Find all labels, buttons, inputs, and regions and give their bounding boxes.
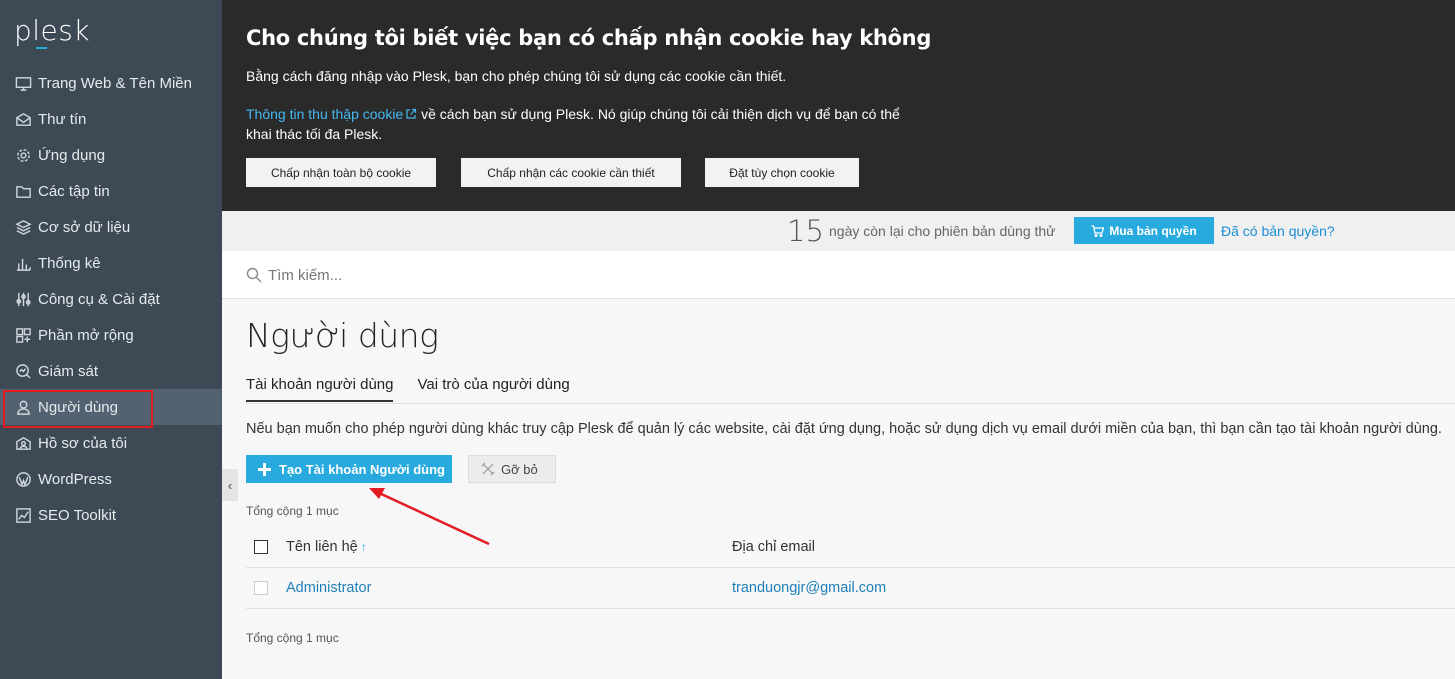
total-items-top: Tổng cộng 1 mục xyxy=(246,504,339,518)
database-icon xyxy=(14,218,32,236)
cart-icon xyxy=(1091,224,1105,237)
sidebar-item-label: Hồ sơ của tôi xyxy=(38,434,128,452)
sidebar: plesk Trang Web & Tên Miền Thư tín Ứng d… xyxy=(0,0,222,679)
remove-label: Gỡ bỏ xyxy=(501,461,538,477)
trial-text: ngày còn lại cho phiên bản dùng thử xyxy=(829,223,1056,239)
cookie-title: Cho chúng tôi biết việc bạn có chấp nhận… xyxy=(246,26,932,50)
sidebar-item-seo-toolkit[interactable]: SEO Toolkit xyxy=(0,497,222,533)
select-all-checkbox[interactable] xyxy=(254,540,268,554)
chevron-left-icon: ‹ xyxy=(227,477,233,493)
sidebar-item-websites-domains[interactable]: Trang Web & Tên Miền xyxy=(0,65,222,101)
sliders-icon xyxy=(14,290,32,308)
create-user-account-button[interactable]: Tạo Tài khoản Người dùng xyxy=(246,455,452,483)
sidebar-item-databases[interactable]: Cơ sở dữ liệu xyxy=(0,209,222,245)
sidebar-nav: Trang Web & Tên Miền Thư tín Ứng dụng Cá… xyxy=(0,65,222,533)
sidebar-item-my-profile[interactable]: Hồ sơ của tôi xyxy=(0,425,222,461)
folder-icon xyxy=(14,182,32,200)
sidebar-item-users[interactable]: Người dùng xyxy=(0,389,222,428)
extensions-icon xyxy=(14,326,32,344)
gear-icon xyxy=(14,146,32,164)
monitoring-icon xyxy=(14,362,32,380)
customize-cookies-button[interactable]: Đặt tùy chọn cookie xyxy=(705,158,859,187)
user-email-link[interactable]: tranduongjr@gmail.com xyxy=(732,580,886,596)
sidebar-item-label: Các tập tin xyxy=(38,182,110,200)
sidebar-item-label: WordPress xyxy=(38,470,112,488)
profile-icon xyxy=(14,434,32,452)
sidebar-item-label: Phần mở rộng xyxy=(38,326,134,344)
search-bar xyxy=(222,251,1455,299)
sidebar-item-label: Ứng dụng xyxy=(38,146,106,164)
sidebar-item-label: Thống kê xyxy=(38,254,101,272)
cookie-info: Thông tin thu thập cookie về cách bạn sử… xyxy=(246,104,906,144)
tabs: Tài khoản người dùng Vai trò của người d… xyxy=(246,376,570,402)
column-header-contact-name[interactable]: Tên liên hệ ↑ xyxy=(286,539,367,555)
sidebar-collapse-button[interactable]: ‹ xyxy=(222,469,238,501)
mail-icon xyxy=(14,110,32,128)
cookie-info-link[interactable]: Thông tin thu thập cookie xyxy=(246,106,417,122)
accept-all-cookies-button[interactable]: Chấp nhận toàn bộ cookie xyxy=(246,158,436,187)
sidebar-item-statistics[interactable]: Thống kê xyxy=(0,245,222,281)
sidebar-item-extensions[interactable]: Phần mở rộng xyxy=(0,317,222,353)
search-input[interactable] xyxy=(268,263,868,287)
user-name-link[interactable]: Administrator xyxy=(286,580,371,596)
remove-icon xyxy=(481,462,495,476)
annotation-arrow xyxy=(369,488,490,546)
sidebar-item-label: Trang Web & Tên Miền xyxy=(38,74,192,92)
total-items-bottom: Tổng cộng 1 mục xyxy=(246,631,339,645)
page-description: Nếu bạn muốn cho phép người dùng khác tr… xyxy=(246,421,1442,437)
tabs-divider xyxy=(246,403,1455,404)
tab-user-accounts[interactable]: Tài khoản người dùng xyxy=(246,376,394,402)
sidebar-item-files[interactable]: Các tập tin xyxy=(0,173,222,209)
buy-license-button[interactable]: Mua bản quyền xyxy=(1074,217,1214,244)
user-icon xyxy=(14,398,32,416)
table-row: Administrator tranduongjr@gmail.com xyxy=(246,568,1455,609)
wordpress-icon xyxy=(14,470,32,488)
create-user-account-label: Tạo Tài khoản Người dùng xyxy=(279,461,445,477)
sidebar-item-monitoring[interactable]: Giám sát xyxy=(0,353,222,389)
column-header-email[interactable]: Địa chỉ email xyxy=(732,539,815,555)
plus-icon xyxy=(258,462,271,476)
remove-button[interactable]: Gỡ bỏ xyxy=(468,455,556,483)
accept-necessary-cookies-button[interactable]: Chấp nhận các cookie cần thiết xyxy=(461,158,681,187)
cookie-banner: Cho chúng tôi biết việc bạn có chấp nhận… xyxy=(222,0,1455,211)
trial-bar: 15 ngày còn lại cho phiên bản dùng thử M… xyxy=(222,211,1455,251)
monitor-icon xyxy=(14,74,32,92)
sidebar-item-label: Công cụ & Cài đặt xyxy=(38,290,160,308)
trial-days-count: 15 xyxy=(787,214,824,248)
search-icon xyxy=(246,267,262,283)
sidebar-item-label: SEO Toolkit xyxy=(38,506,117,524)
sidebar-item-label: Giám sát xyxy=(38,362,99,380)
sidebar-item-applications[interactable]: Ứng dụng xyxy=(0,137,222,173)
page-title: Người dùng xyxy=(246,316,439,355)
row-checkbox[interactable] xyxy=(254,581,268,595)
sidebar-item-label: Thư tín xyxy=(38,110,87,128)
plesk-logo[interactable]: plesk xyxy=(14,14,90,49)
buy-license-label: Mua bản quyền xyxy=(1109,223,1197,238)
cookie-text: Bằng cách đăng nhập vào Plesk, bạn cho p… xyxy=(246,68,787,84)
sidebar-item-mail[interactable]: Thư tín xyxy=(0,101,222,137)
sidebar-item-tools-settings[interactable]: Công cụ & Cài đặt xyxy=(0,281,222,317)
sidebar-item-label: Cơ sở dữ liệu xyxy=(38,218,131,236)
tab-user-roles[interactable]: Vai trò của người dùng xyxy=(417,376,569,402)
seo-icon xyxy=(14,506,32,524)
have-license-link[interactable]: Đã có bản quyền? xyxy=(1221,223,1335,239)
sidebar-item-label: Người dùng xyxy=(38,398,118,416)
bar-chart-icon xyxy=(14,254,32,272)
external-link-icon xyxy=(406,108,417,119)
sidebar-item-wordpress[interactable]: WordPress xyxy=(0,461,222,497)
